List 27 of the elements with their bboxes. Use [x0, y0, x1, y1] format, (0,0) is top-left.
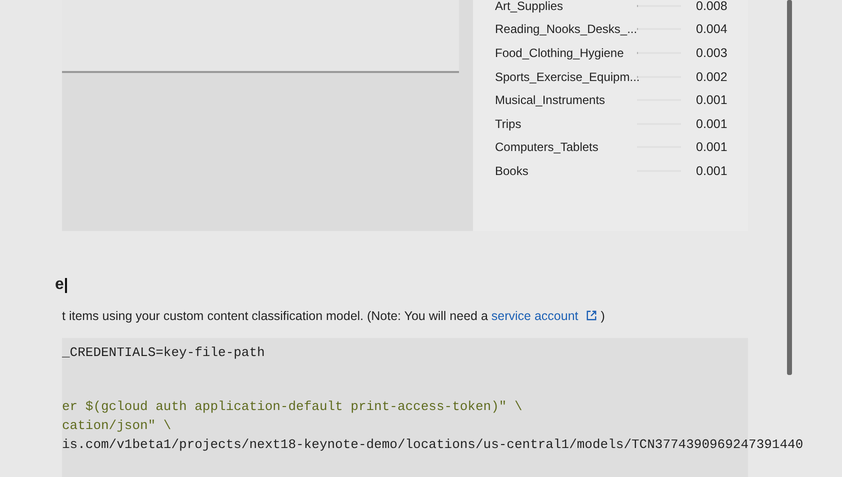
category-label: Musical_Instruments — [495, 93, 606, 108]
score-value: 0.001 — [696, 116, 728, 131]
category-label: Trips — [495, 116, 522, 131]
category-label: Food_Clothing_Hygiene — [495, 46, 625, 60]
score-value: 0.008 — [696, 0, 728, 13]
code-line: cation/json" \ — [62, 418, 172, 433]
code-line: is.com/v1beta1/projects/next18-keynote-demo/locations/us-central1/models/TCN3774390969247391440 — [62, 437, 804, 452]
category-label: Books — [495, 164, 530, 178]
section-heading: e — [55, 275, 64, 295]
text-cursor-icon — [64, 278, 67, 292]
category-label: Reading_Nooks_Desks_... — [495, 22, 637, 36]
service-account-link[interactable]: service account — [491, 309, 578, 323]
code-line: er $(gcloud auth application-default print-access-token)" \ — [62, 399, 522, 414]
score-value: 0.001 — [696, 140, 728, 154]
external-link-icon[interactable] — [586, 310, 598, 321]
category-label: Art_Supplies — [495, 0, 564, 13]
score-value: 0.001 — [696, 93, 728, 108]
paragraph: t items using your custom content classification model. (Note: You will need a service account ) — [62, 308, 606, 325]
scrollbar-thumb[interactable] — [787, 0, 792, 375]
category-label: Sports_Exercise_Equipm... — [495, 70, 637, 84]
score-value: 0.003 — [696, 46, 728, 60]
category-label: Computers_Tablets — [495, 140, 600, 154]
score-value: 0.002 — [696, 70, 728, 84]
code-line: _CREDENTIALS=key-file-path — [62, 345, 265, 360]
text-area[interactable] — [62, 0, 459, 73]
score-value: 0.004 — [696, 22, 728, 36]
score-value: 0.001 — [696, 164, 728, 178]
